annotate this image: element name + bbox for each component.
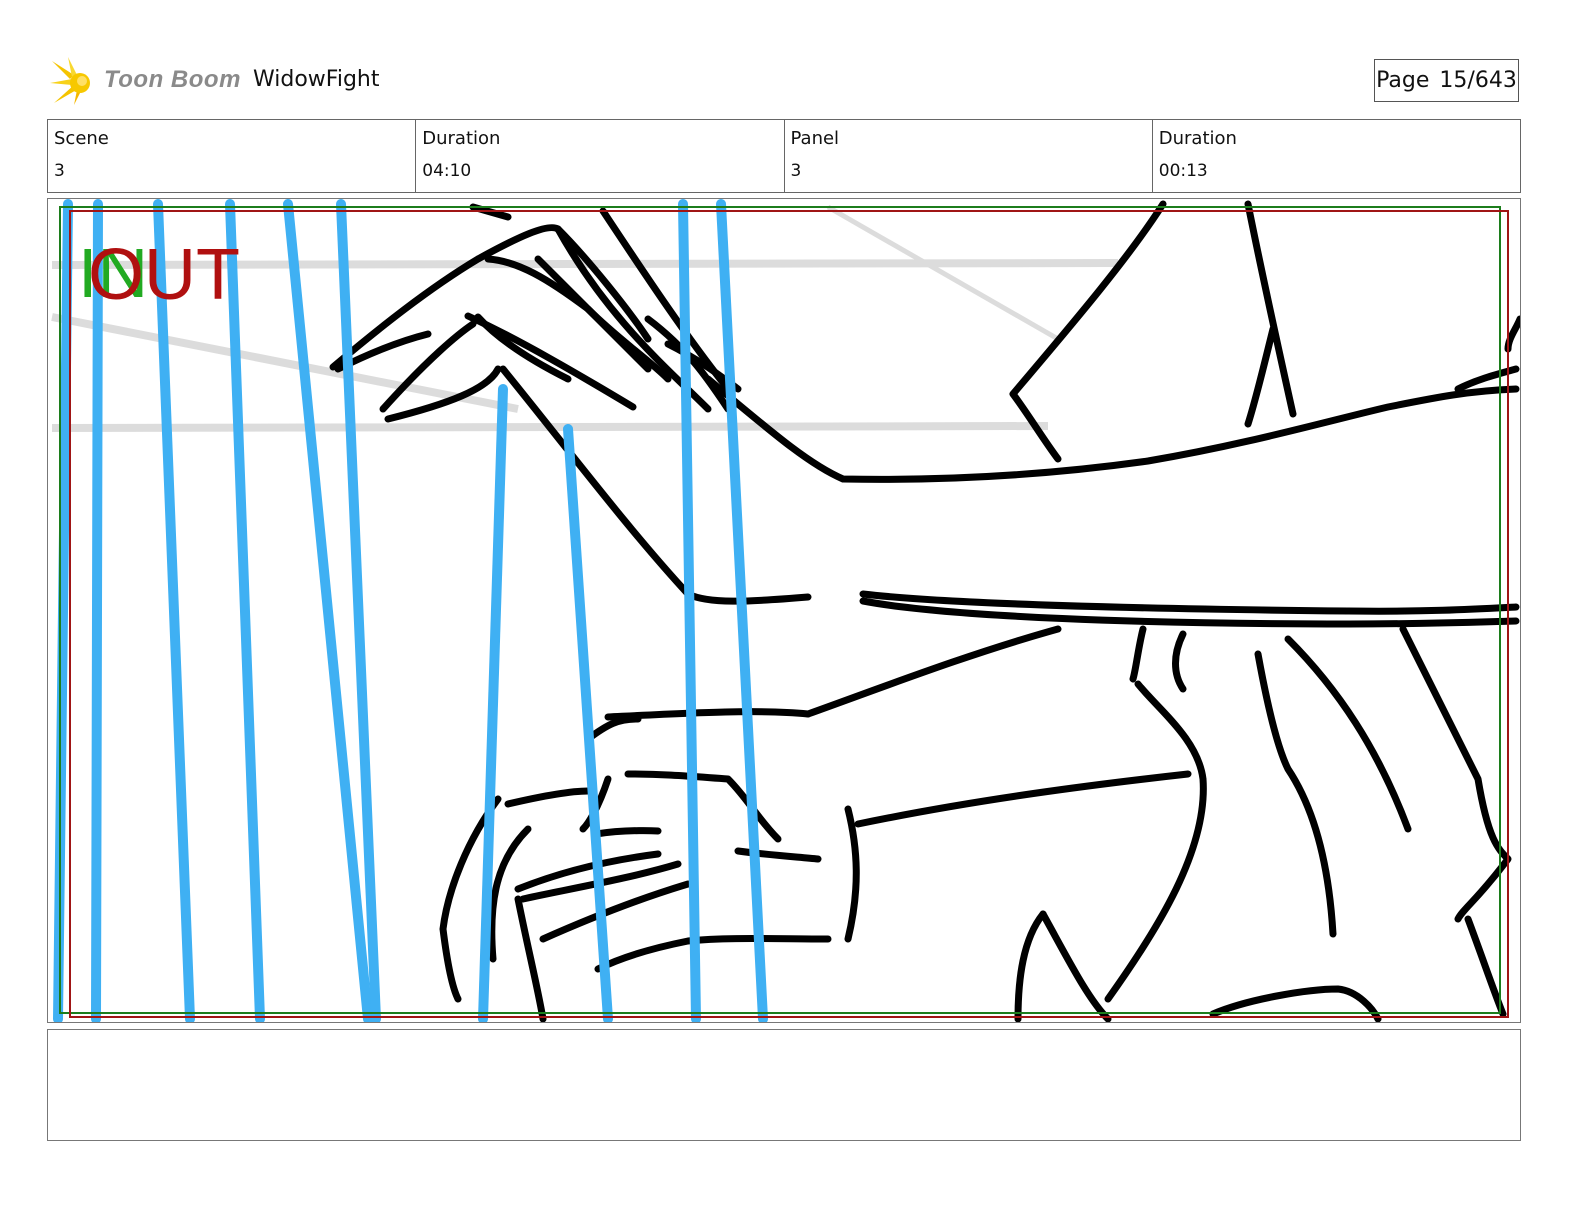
panel-duration-label: Duration — [1158, 128, 1237, 149]
scene-label: Scene — [54, 128, 109, 149]
panel-label: Panel — [790, 128, 840, 149]
panel-caption-box — [47, 1029, 1521, 1141]
panel-duration-cell: Duration 00:13 — [1153, 120, 1520, 192]
project-title: WidowFight — [253, 67, 380, 92]
scene-duration-label: Duration — [422, 128, 501, 149]
scene-value: 3 — [54, 161, 65, 181]
scene-duration-cell: Duration 04:10 — [416, 120, 785, 192]
scene-cell: Scene 3 — [48, 120, 417, 192]
panel-cell: Panel 3 — [785, 120, 1153, 192]
out-marker: OUT — [88, 235, 240, 315]
panel-value: 3 — [790, 161, 802, 181]
panel-info-table: Scene 3 Duration 04:10 Panel 3 Duration … — [47, 119, 1521, 193]
page-label: Page — [1376, 68, 1430, 93]
page-value: 15/643 — [1439, 68, 1517, 93]
page-indicator: Page 15/643 — [1374, 59, 1519, 102]
action-safe-frame — [69, 210, 1509, 1018]
scene-duration-value: 04:10 — [422, 161, 472, 181]
sketch-lines — [329, 200, 1520, 1022]
storyboard-panel: IN OUT — [47, 198, 1521, 1023]
panel-duration-value: 00:13 — [1158, 161, 1208, 181]
panel-drawing: IN OUT — [51, 199, 1520, 1022]
brand-name: Toon Boom — [104, 66, 241, 93]
